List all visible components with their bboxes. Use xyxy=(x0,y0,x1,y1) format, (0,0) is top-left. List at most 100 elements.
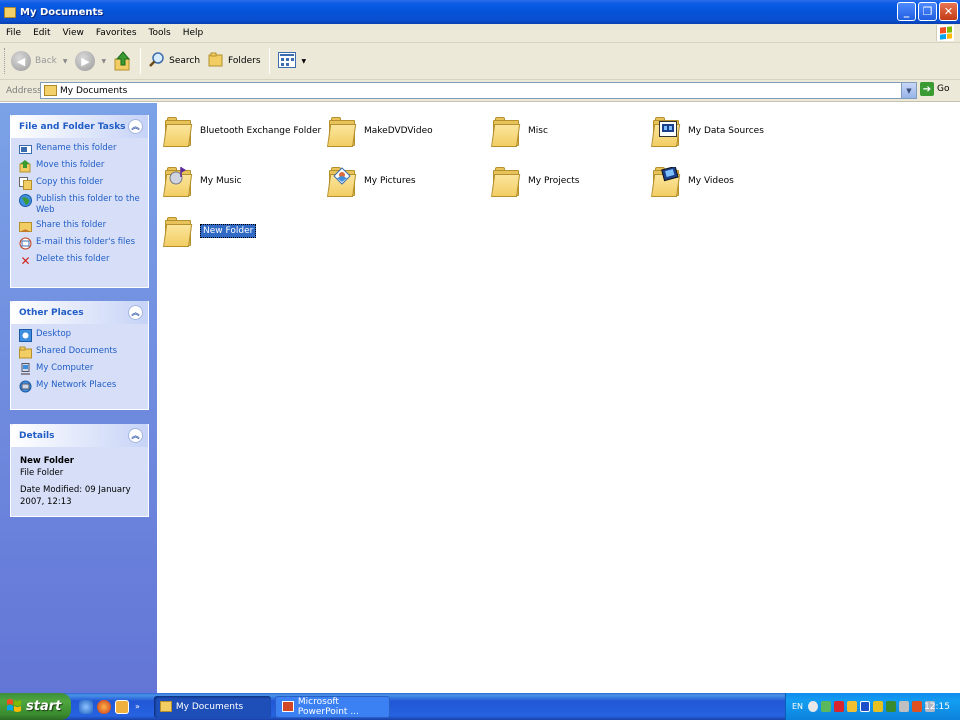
folder-my-videos[interactable]: My Videos xyxy=(651,159,811,203)
task-rename-folder[interactable]: Rename this folder xyxy=(19,143,142,156)
task-copy-folder[interactable]: Copy this folder xyxy=(19,177,142,190)
tray-app-icon[interactable] xyxy=(899,701,910,712)
firefox-icon[interactable] xyxy=(97,699,111,714)
other-places-header[interactable]: Other Places ︽ xyxy=(11,301,148,324)
folder-new-folder[interactable]: New Folder xyxy=(163,209,323,253)
other-places-panel: Other Places ︽ Desktop Shared Documents … xyxy=(10,301,149,410)
forward-button[interactable]: ▶ ▼ xyxy=(71,47,110,75)
collapse-chevron-icon[interactable]: ︽ xyxy=(128,305,143,320)
toolbar-separator xyxy=(140,48,142,74)
quick-launch-app-icon[interactable] xyxy=(115,699,129,714)
place-my-computer[interactable]: My Computer xyxy=(19,363,142,376)
task-share-folder[interactable]: Share this folder xyxy=(19,220,142,233)
tray-antivirus-icon[interactable] xyxy=(834,701,845,712)
details-item-type: File Folder xyxy=(20,468,64,478)
details-header[interactable]: Details ︽ xyxy=(11,424,148,447)
task-label: Copy this folder xyxy=(36,177,104,187)
menu-help[interactable]: Help xyxy=(177,28,210,38)
place-shared-documents[interactable]: Shared Documents xyxy=(19,346,142,359)
clock[interactable]: 12:15 xyxy=(924,702,950,712)
task-label: Publish this folder to the Web xyxy=(36,194,140,215)
folder-view[interactable]: Bluetooth Exchange Folder MakeDVDVideo M… xyxy=(157,103,960,693)
bluetooth-icon[interactable] xyxy=(860,701,871,712)
folders-button[interactable]: Folders xyxy=(204,47,265,75)
folder-my-projects[interactable]: My Projects xyxy=(491,159,651,203)
folder-label: My Videos xyxy=(688,176,734,186)
taskbar-item-my-documents[interactable]: My Documents xyxy=(153,695,271,718)
up-button[interactable] xyxy=(110,47,136,75)
views-dropdown-icon[interactable]: ▼ xyxy=(302,58,307,65)
task-move-folder[interactable]: Move this folder xyxy=(19,160,142,173)
address-input[interactable]: My Documents ▼ xyxy=(40,82,917,99)
folder-icon xyxy=(4,6,16,18)
tray-app-icon[interactable] xyxy=(886,701,897,712)
tray-firewall-icon[interactable] xyxy=(873,701,884,712)
taskbar-item-powerpoint[interactable]: Microsoft PowerPoint ... xyxy=(274,695,390,718)
task-label: E-mail this folder's files xyxy=(36,237,136,247)
tray-app-icon[interactable] xyxy=(821,701,832,712)
menu-edit[interactable]: Edit xyxy=(27,28,56,38)
language-indicator[interactable]: EN xyxy=(792,702,803,711)
address-dropdown-icon[interactable]: ▼ xyxy=(901,83,916,98)
folder-bluetooth-exchange[interactable]: Bluetooth Exchange Folder xyxy=(163,109,323,153)
collapse-chevron-icon[interactable]: ︽ xyxy=(128,119,143,134)
standard-toolbar: ◀ Back ▼ ▶ ▼ Search Folders ▼ xyxy=(0,43,960,80)
folder-icon xyxy=(491,115,521,147)
folder-label: Bluetooth Exchange Folder xyxy=(200,126,322,136)
back-dropdown-icon[interactable]: ▼ xyxy=(63,58,68,65)
menu-view[interactable]: View xyxy=(57,28,90,38)
search-label: Search xyxy=(169,56,201,66)
share-icon xyxy=(19,220,32,233)
minimize-button[interactable]: _ xyxy=(897,2,916,21)
folder-my-data-sources[interactable]: My Data Sources xyxy=(651,109,811,153)
folder-makedvdvideo[interactable]: MakeDVDVideo xyxy=(327,109,487,153)
task-label: Delete this folder xyxy=(36,254,110,264)
task-pane: File and Folder Tasks ︽ Rename this fold… xyxy=(0,103,157,693)
tray-app-icon[interactable] xyxy=(912,701,923,712)
folder-label: My Data Sources xyxy=(688,126,764,136)
title-bar[interactable]: My Documents _ ❐ ✕ xyxy=(0,0,960,24)
computer-icon xyxy=(19,363,32,376)
folder-icon xyxy=(163,215,193,247)
close-button[interactable]: ✕ xyxy=(939,2,958,21)
folder-rename-input[interactable]: New Folder xyxy=(198,223,258,239)
move-icon xyxy=(19,160,32,173)
task-email-files[interactable]: E-mail this folder's files xyxy=(19,237,142,250)
tray-app-icon[interactable] xyxy=(847,701,858,712)
system-tray: EN 12:15 xyxy=(785,693,960,720)
other-places-list: Desktop Shared Documents My Computer My … xyxy=(11,324,148,404)
internet-explorer-icon[interactable] xyxy=(79,699,93,714)
tray-back-icon[interactable] xyxy=(808,701,819,712)
folder-label: My Projects xyxy=(528,176,580,186)
collapse-chevron-icon[interactable]: ︽ xyxy=(128,428,143,443)
forward-dropdown-icon[interactable]: ▼ xyxy=(101,58,106,65)
task-delete-folder[interactable]: ✕ Delete this folder xyxy=(19,254,142,268)
menu-file[interactable]: File xyxy=(0,28,27,38)
place-network[interactable]: My Network Places xyxy=(19,380,142,393)
folder-my-pictures[interactable]: My Pictures xyxy=(327,159,487,203)
place-desktop[interactable]: Desktop xyxy=(19,329,142,342)
views-icon xyxy=(277,51,296,71)
back-arrow-icon: ◀ xyxy=(11,51,31,71)
folder-misc[interactable]: Misc xyxy=(491,109,651,153)
back-button[interactable]: ◀ Back ▼ xyxy=(7,47,71,75)
quick-launch-more-icon[interactable]: » xyxy=(135,702,140,711)
menu-favorites[interactable]: Favorites xyxy=(90,28,143,38)
start-button[interactable]: start xyxy=(0,693,71,720)
forward-arrow-icon: ▶ xyxy=(75,51,96,71)
data-sources-folder-icon xyxy=(651,115,681,147)
details-panel: Details ︽ New Folder File Folder Date Mo… xyxy=(10,424,149,517)
folders-icon xyxy=(208,52,224,70)
restore-button[interactable]: ❐ xyxy=(918,2,937,21)
folder-icon xyxy=(327,115,357,147)
go-button[interactable]: ➔ Go xyxy=(920,82,949,96)
file-folder-tasks-header[interactable]: File and Folder Tasks ︽ xyxy=(11,115,148,138)
start-label: start xyxy=(26,699,62,714)
folders-label: Folders xyxy=(228,56,261,66)
views-button[interactable]: ▼ xyxy=(274,47,311,75)
task-publish-web[interactable]: Publish this folder to the Web xyxy=(19,194,142,216)
folder-my-music[interactable]: My Music xyxy=(163,159,323,203)
menu-tools[interactable]: Tools xyxy=(143,28,177,38)
file-folder-tasks-panel: File and Folder Tasks ︽ Rename this fold… xyxy=(10,115,149,288)
search-button[interactable]: Search xyxy=(145,47,204,75)
